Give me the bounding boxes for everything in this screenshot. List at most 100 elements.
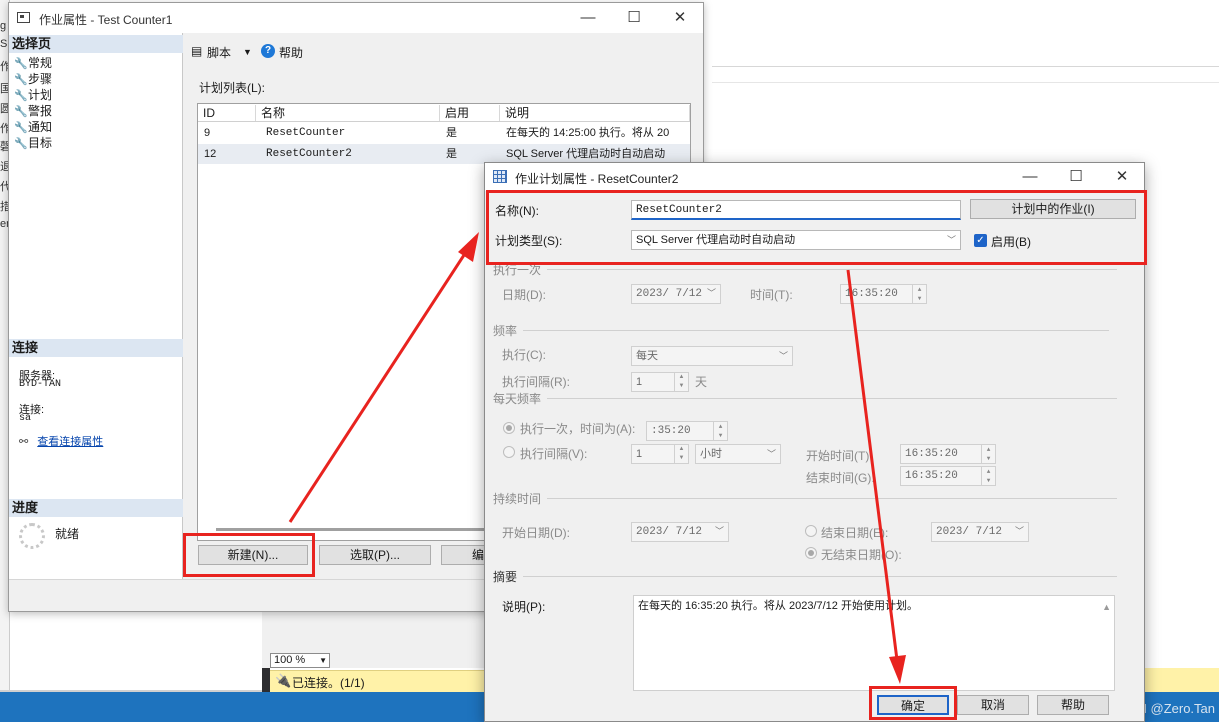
minimize-button[interactable]: — — [1007, 163, 1053, 191]
end-date-label: 结束日期(E): — [821, 526, 889, 540]
one-time-date-value: 2023/ 7/12 — [636, 288, 703, 300]
description-label: 说明(P): — [502, 600, 546, 614]
edit-schedule-button[interactable]: 编 — [441, 545, 487, 565]
one-time-time-input[interactable]: 16:35:20 ▲ ▼ — [840, 284, 927, 304]
sidebar-item-general[interactable]: 🔧常规 — [14, 55, 52, 71]
sidebar-item-targets[interactable]: 🔧目标 — [14, 135, 52, 151]
pick-schedule-button[interactable]: 选取(P)... — [319, 545, 431, 565]
script-icon: ▤ — [191, 44, 203, 58]
editor-divider — [712, 66, 1219, 67]
connection-status-text: 已连接。(1/1) — [292, 676, 365, 690]
recurs-label: 执行间隔(R): — [502, 375, 570, 389]
occurs-once-label: 执行一次，时间为(A): — [520, 422, 636, 436]
one-time-date-label: 日期(D): — [502, 288, 546, 302]
bg-fragment: S — [0, 38, 8, 50]
wrench-icon: 🔧 — [14, 138, 28, 150]
cell-enabled: 是 — [446, 148, 457, 160]
sidebar-item-alerts[interactable]: 🔧警报 — [14, 103, 52, 119]
column-header[interactable]: 说明 — [500, 105, 690, 121]
wrench-icon: 🔧 — [14, 90, 28, 102]
help-icon: ? — [261, 44, 275, 58]
column-header[interactable]: ID — [198, 105, 256, 121]
scroll-up-icon[interactable]: ▲ — [1102, 598, 1111, 616]
start-date-picker[interactable]: 2023/ 7/12 ﹀ — [631, 522, 729, 542]
spinner-arrows-icon[interactable]: ▲ ▼ — [981, 467, 995, 485]
schedule-list-label: 计划列表(L): — [199, 81, 266, 95]
end-time-value: 16:35:20 — [905, 470, 958, 482]
chevron-down-icon[interactable]: ▼ — [243, 47, 252, 57]
cell-id: 9 — [204, 127, 211, 139]
one-time-time-value: 16:35:20 — [845, 288, 898, 300]
editor-divider — [712, 82, 1219, 83]
wrench-icon: 🔧 — [14, 122, 28, 134]
description-textarea[interactable]: 在每天的 16:35:20 执行。将从 2023/7/12 开始使用计划。 ▲ — [633, 595, 1115, 691]
toolbar: ▤ 脚本 ▼ ? 帮助 — [191, 41, 491, 63]
one-time-date-picker[interactable]: 2023/ 7/12 ﹀ — [631, 284, 721, 304]
connection-properties-icon: ⚯ — [19, 436, 29, 448]
connection-value: sa — [19, 413, 32, 424]
sidebar-item-label: 步骤 — [28, 72, 53, 86]
title-bar: 作业属性 - Test Counter1 — ☐ ✕ — [9, 3, 703, 33]
start-time-input[interactable]: 16:35:20 ▲ ▼ — [900, 444, 996, 464]
end-date-radio[interactable] — [805, 525, 817, 537]
view-connection-properties[interactable]: ⚯ 查看连接属性 — [19, 433, 103, 449]
chevron-down-icon: ﹀ — [766, 449, 776, 459]
sidebar-item-notifications[interactable]: 🔧通知 — [14, 119, 52, 135]
cell-id: 12 — [204, 148, 217, 160]
sidebar-item-label: 目标 — [28, 136, 53, 150]
end-time-label: 结束时间(G): — [806, 471, 875, 485]
section-frequency: 频率 — [493, 324, 518, 338]
recurs-input[interactable]: 1 ▲ ▼ — [631, 372, 689, 392]
occurs-once-time-input[interactable]: :35:20 ▲ ▼ — [646, 421, 728, 441]
start-time-value: 16:35:20 — [905, 448, 958, 460]
view-connection-link[interactable]: 查看连接属性 — [37, 436, 103, 448]
occurs-once-radio[interactable] — [503, 422, 515, 434]
cell-enabled: 是 — [446, 127, 457, 139]
spinner-arrows-icon[interactable]: ▲ ▼ — [912, 285, 926, 303]
close-button[interactable]: ✕ — [1099, 163, 1145, 191]
horizontal-scrollbar[interactable] — [216, 528, 486, 531]
status-bar-segment — [1145, 668, 1219, 692]
spinner-arrows-icon[interactable]: ▲ ▼ — [713, 422, 727, 440]
recurs-unit: 天 — [695, 375, 708, 389]
cancel-button[interactable]: 取消 — [957, 695, 1029, 715]
select-page-header: 选择页 — [9, 35, 183, 53]
spinner-arrows-icon[interactable]: ▲ ▼ — [674, 445, 688, 463]
spinner-arrows-icon[interactable]: ▲ ▼ — [981, 445, 995, 463]
bg-fragment: g — [0, 20, 7, 32]
minimize-button[interactable]: — — [565, 3, 611, 33]
zoom-select[interactable]: 100 % ▼ — [270, 653, 330, 668]
start-date-label: 开始日期(D): — [502, 526, 570, 540]
column-header[interactable]: 名称 — [256, 105, 440, 121]
script-button[interactable]: 脚本 — [207, 44, 231, 61]
help-button[interactable]: 帮助 — [1037, 695, 1109, 715]
title-bar: 作业计划属性 - ResetCounter2 — ☐ ✕ — [485, 163, 1144, 191]
occurs-select[interactable]: 每天 ﹀ — [631, 346, 793, 366]
maximize-button[interactable]: ☐ — [1053, 163, 1099, 191]
spinner-arrows-icon[interactable]: ▲ ▼ — [674, 373, 688, 391]
occurs-value: 每天 — [636, 350, 658, 362]
close-button[interactable]: ✕ — [657, 3, 703, 33]
recurs-value: 1 — [636, 376, 643, 388]
sidebar: 选择页 🔧常规 🔧步骤 🔧计划 🔧警报 🔧通知 🔧目标 连接 服务器: BYD-… — [9, 33, 183, 579]
occurs-every-input[interactable]: 1 ▲ ▼ — [631, 444, 689, 464]
maximize-button[interactable]: ☐ — [611, 3, 657, 33]
end-time-input[interactable]: 16:35:20 ▲ ▼ — [900, 466, 996, 486]
grid-window-icon — [493, 170, 507, 183]
table-row[interactable]: 9 ResetCounter 是 在每天的 14:25:00 执行。将从 20 — [198, 123, 690, 143]
section-divider — [547, 269, 1117, 270]
end-date-picker[interactable]: 2023/ 7/12 ﹀ — [931, 522, 1029, 542]
occurs-every-unit-select[interactable]: 小时 ﹀ — [695, 444, 781, 464]
no-end-date-radio[interactable] — [805, 547, 817, 559]
table-row[interactable]: 12 ResetCounter2 是 SQL Server 代理启动时自动启动 — [198, 144, 690, 164]
sidebar-item-steps[interactable]: 🔧步骤 — [14, 71, 52, 87]
section-daily-frequency: 每天频率 — [493, 392, 542, 406]
no-end-date-label: 无结束日期(O): — [821, 548, 902, 562]
start-time-label: 开始时间(T): — [806, 449, 873, 463]
help-button[interactable]: 帮助 — [279, 44, 303, 61]
column-header[interactable]: 启用 — [440, 105, 500, 121]
annotation-box-name-type — [486, 190, 1147, 265]
sidebar-item-schedules[interactable]: 🔧计划 — [14, 87, 52, 103]
occurs-every-radio[interactable] — [503, 446, 515, 458]
progress-spinner-icon — [19, 523, 45, 549]
